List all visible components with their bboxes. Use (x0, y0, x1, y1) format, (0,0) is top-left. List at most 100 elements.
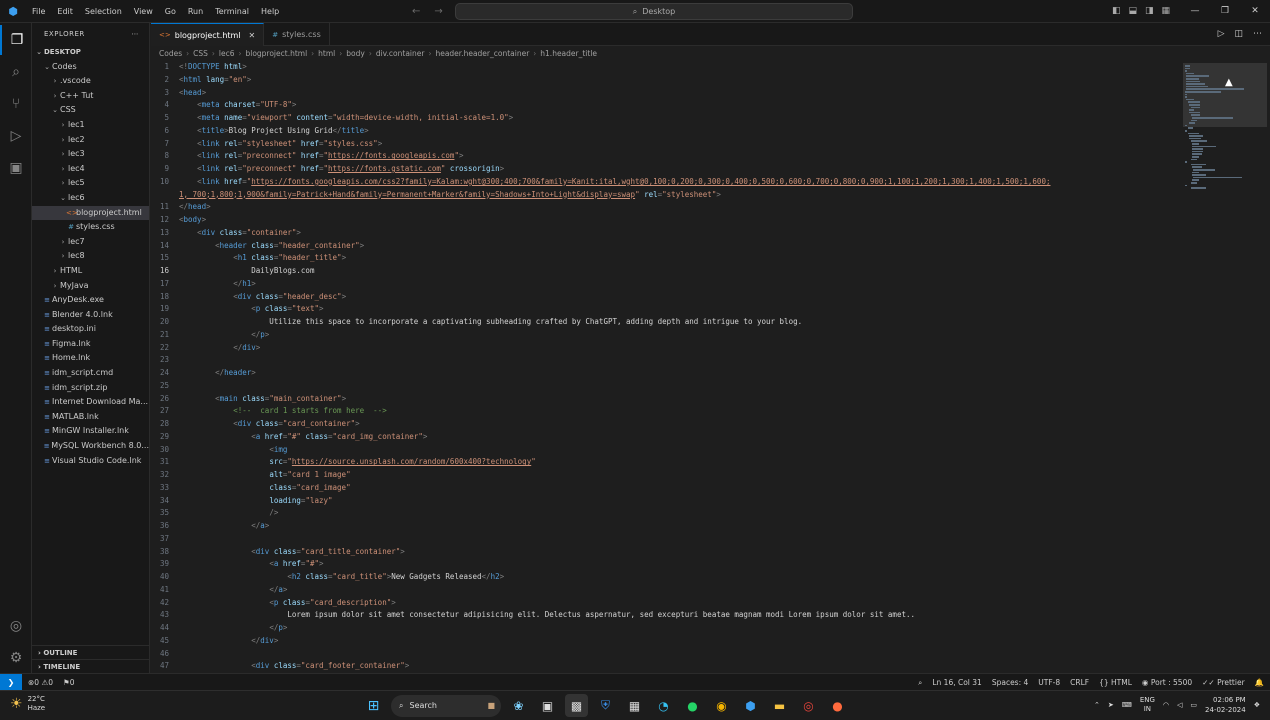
tray-keyboard-icon[interactable]: ⌨ (1122, 701, 1132, 709)
more-actions-icon[interactable]: ⋯ (1253, 23, 1262, 46)
tree-item[interactable]: ≡ MATLAB.lnk (32, 410, 149, 425)
menu-item-help[interactable]: Help (255, 0, 285, 23)
tree-item[interactable]: › .vscode (32, 74, 149, 89)
ports-indicator[interactable]: ⚑0 (63, 678, 75, 687)
battery-icon[interactable]: ▭ (1190, 701, 1197, 709)
run-debug-icon[interactable]: ▷ (0, 121, 32, 151)
command-center-search[interactable]: ⌕ Desktop (455, 3, 853, 20)
tree-item[interactable]: ≡ idm_script.cmd (32, 366, 149, 381)
breadcrumb-item[interactable]: header.header_container (435, 49, 529, 58)
tree-item[interactable]: › lec1 (32, 118, 149, 133)
more-actions-icon[interactable]: ⋯ (132, 30, 140, 38)
notification-icon[interactable]: ❖ (1254, 701, 1260, 709)
toggle-panel-icon[interactable]: ⬓ (1129, 0, 1138, 23)
tree-item[interactable]: ≡ idm_script.zip (32, 381, 149, 396)
cursor-position[interactable]: Ln 16, Col 31 (932, 674, 981, 691)
code-editor[interactable]: 1 <!DOCTYPE html> 2 <html lang="en"> 3 <head>… (151, 61, 1181, 673)
tree-item[interactable]: › lec5 (32, 176, 149, 191)
copilot-icon[interactable]: ❀ (507, 694, 530, 717)
tree-item[interactable]: › lec7 (32, 235, 149, 250)
language-mode[interactable]: {} HTML (1099, 674, 1132, 691)
tree-item[interactable]: ≡ Visual Studio Code.lnk (32, 454, 149, 469)
timeline-section[interactable]: › TIMELINE (32, 659, 149, 673)
search-icon[interactable]: ⌕ (0, 57, 32, 87)
vscode-taskbar-icon[interactable]: ⬢ (739, 694, 762, 717)
breadcrumb-item[interactable]: div.container (376, 49, 425, 58)
breadcrumb-item[interactable]: Codes (159, 49, 182, 58)
tree-item[interactable]: # styles.css (32, 220, 149, 235)
tree-item[interactable]: ≡ Figma.lnk (32, 337, 149, 352)
whatsapp-icon[interactable]: ● (681, 694, 704, 717)
indentation[interactable]: Spaces: 4 (992, 674, 1028, 691)
tab-styles-css[interactable]: # styles.css (264, 23, 330, 46)
capture-tool-icon[interactable]: ▩ (565, 694, 588, 717)
menu-item-go[interactable]: Go (159, 0, 182, 23)
forward-arrow-icon[interactable]: → (434, 0, 442, 23)
tree-item[interactable]: › HTML (32, 264, 149, 279)
toggle-sidebar-icon[interactable]: ◧ (1112, 0, 1121, 23)
tree-item[interactable]: › MyJava (32, 279, 149, 294)
tree-item[interactable]: › lec4 (32, 162, 149, 177)
minimap[interactable]: ▲ (1181, 61, 1270, 673)
tree-item[interactable]: ⌄ lec6 (32, 191, 149, 206)
close-window-button[interactable]: ✕ (1240, 0, 1270, 23)
prettier-status[interactable]: ✓✓ Prettier (1202, 674, 1245, 691)
tree-item[interactable]: ≡ MySQL Workbench 8.0... (32, 439, 149, 454)
breadcrumb-item[interactable]: CSS (193, 49, 208, 58)
live-server-port[interactable]: ◉ Port : 5500 (1142, 674, 1192, 691)
tree-item[interactable]: ≡ desktop.ini (32, 322, 149, 337)
defender-shield-icon[interactable]: ⛨ (594, 694, 617, 717)
menu-item-run[interactable]: Run (182, 0, 209, 23)
line-ending[interactable]: CRLF (1070, 674, 1089, 691)
back-arrow-icon[interactable]: ← (412, 0, 420, 23)
minimize-button[interactable]: — (1180, 0, 1210, 23)
app-orange-icon[interactable]: ● (826, 694, 849, 717)
breadcrumb-item[interactable]: blogproject.html (245, 49, 307, 58)
outline-section[interactable]: › OUTLINE (32, 645, 149, 659)
tree-item[interactable]: › lec8 (32, 249, 149, 264)
tree-item[interactable]: ⌄ Codes (32, 60, 149, 75)
tree-item[interactable]: › lec3 (32, 147, 149, 162)
chrome-alt-icon[interactable]: ◎ (797, 694, 820, 717)
tab-blogproject-html[interactable]: <> blogproject.html ✕ (151, 23, 265, 46)
breadcrumb-item[interactable]: html (318, 49, 335, 58)
tree-item[interactable]: ≡ Internet Download Ma... (32, 395, 149, 410)
tree-item[interactable]: ≡ MinGW Installer.lnk (32, 424, 149, 439)
breadcrumb-item[interactable]: lec6 (219, 49, 235, 58)
edge-browser-icon[interactable]: ◔ (652, 694, 675, 717)
run-icon[interactable]: ▷ (1218, 23, 1225, 46)
tree-root[interactable]: ⌄ DESKTOP (32, 45, 149, 60)
notifications-bell-icon[interactable]: 🔔 (1255, 674, 1264, 691)
file-explorer-icon[interactable]: ▬ (768, 694, 791, 717)
encoding[interactable]: UTF-8 (1038, 674, 1060, 691)
remote-indicator-icon[interactable]: ❯ (0, 673, 22, 691)
tree-item[interactable]: › C++ Tut (32, 89, 149, 104)
source-control-icon[interactable]: ⑂ (0, 89, 32, 119)
explorer-icon[interactable]: ❐ (0, 25, 32, 55)
wifi-icon[interactable]: ◠ (1163, 701, 1169, 709)
input-language[interactable]: ENG IN (1140, 696, 1155, 714)
problems-indicator[interactable]: ⊗0 ⚠0 (28, 678, 53, 687)
breadcrumb-item[interactable]: h1.header_title (540, 49, 597, 58)
menu-item-edit[interactable]: Edit (51, 0, 79, 23)
tree-item[interactable]: <> blogproject.html (32, 205, 149, 221)
maximize-button[interactable]: ❐ (1210, 0, 1240, 23)
tree-item[interactable]: ≡ Blender 4.0.lnk (32, 308, 149, 323)
split-editor-icon[interactable]: ◫ (1234, 23, 1243, 46)
menu-item-view[interactable]: View (128, 0, 159, 23)
account-icon[interactable]: ◎ (0, 611, 32, 641)
breadcrumb-item[interactable]: body (346, 49, 365, 58)
menu-item-file[interactable]: File (26, 0, 51, 23)
calculator-icon[interactable]: ▦ (623, 694, 646, 717)
tree-item[interactable]: ⌄ CSS (32, 103, 149, 118)
extensions-icon[interactable]: ▣ (0, 153, 32, 183)
close-tab-icon[interactable]: ✕ (249, 31, 256, 40)
customize-layout-icon[interactable]: ▦ (1162, 0, 1171, 23)
taskbar-search[interactable]: ⌕ Search ■ (391, 694, 501, 717)
windows-start-icon[interactable]: ⊞ (362, 694, 385, 717)
menu-item-selection[interactable]: Selection (79, 0, 128, 23)
settings-gear-icon[interactable]: ⚙ (0, 643, 32, 673)
tray-overflow-chevron-icon[interactable]: ⌃ (1094, 701, 1100, 709)
tree-item[interactable]: ≡ AnyDesk.exe (32, 293, 149, 308)
weather-widget[interactable]: ☀ 22°C Haze (10, 695, 45, 713)
